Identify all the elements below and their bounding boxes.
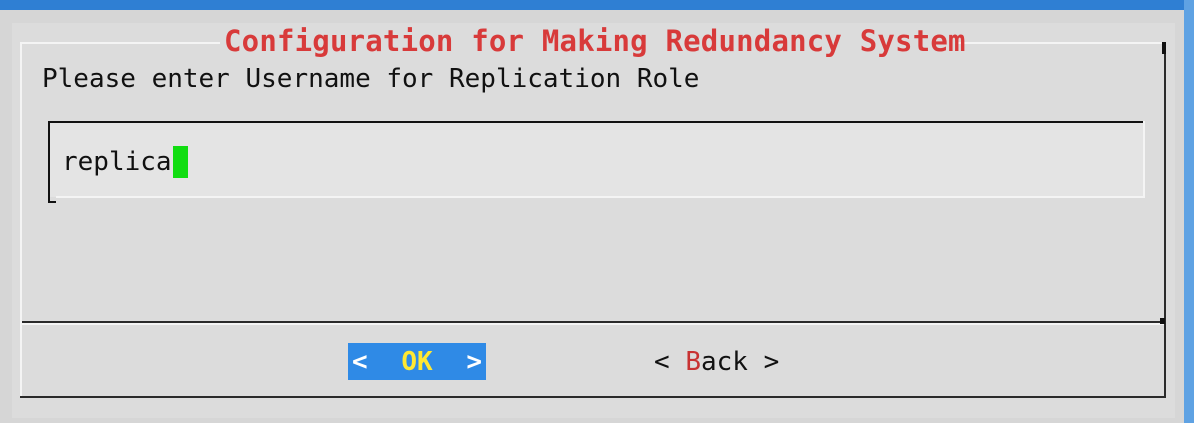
- ok-button[interactable]: < OK >: [348, 343, 486, 380]
- input-border-top: [48, 121, 1144, 123]
- back-left-bracket: <: [654, 346, 670, 377]
- screen-background-right: [1184, 0, 1194, 423]
- input-border-left: [48, 121, 50, 203]
- back-right-bracket: >: [763, 346, 780, 377]
- text-cursor: [172, 146, 188, 178]
- back-button[interactable]: < Back >: [654, 343, 779, 380]
- dialog-frame-top-left: [20, 42, 220, 44]
- dialog-frame-right: [1164, 42, 1166, 397]
- dialog-frame-corner: [1162, 42, 1166, 54]
- back-hotkey-letter: B: [685, 346, 701, 377]
- username-prompt: Please enter Username for Replication Ro…: [42, 64, 700, 94]
- back-button-label-rest: ack: [700, 346, 748, 377]
- input-border-right: [1143, 121, 1145, 197]
- input-border-corner: [48, 201, 56, 203]
- dialog-frame-bottom: [20, 396, 1166, 398]
- ok-button-label: OK: [401, 346, 433, 377]
- input-border-bottom: [56, 196, 1145, 198]
- username-input-value[interactable]: replica: [62, 146, 188, 178]
- username-value-text: replica: [62, 147, 172, 177]
- dialog-frame-left: [20, 42, 22, 397]
- button-area-separator-highlight: [22, 323, 1164, 325]
- screen-background-top: [0, 0, 1194, 10]
- dialog-title: Configuration for Making Redundancy Syst…: [224, 24, 966, 58]
- username-input[interactable]: [48, 121, 1144, 197]
- ok-left-bracket: <: [352, 346, 368, 377]
- separator-corner: [1160, 318, 1165, 324]
- dialog-frame-top-right: [955, 42, 1165, 44]
- ok-right-bracket: >: [466, 346, 482, 377]
